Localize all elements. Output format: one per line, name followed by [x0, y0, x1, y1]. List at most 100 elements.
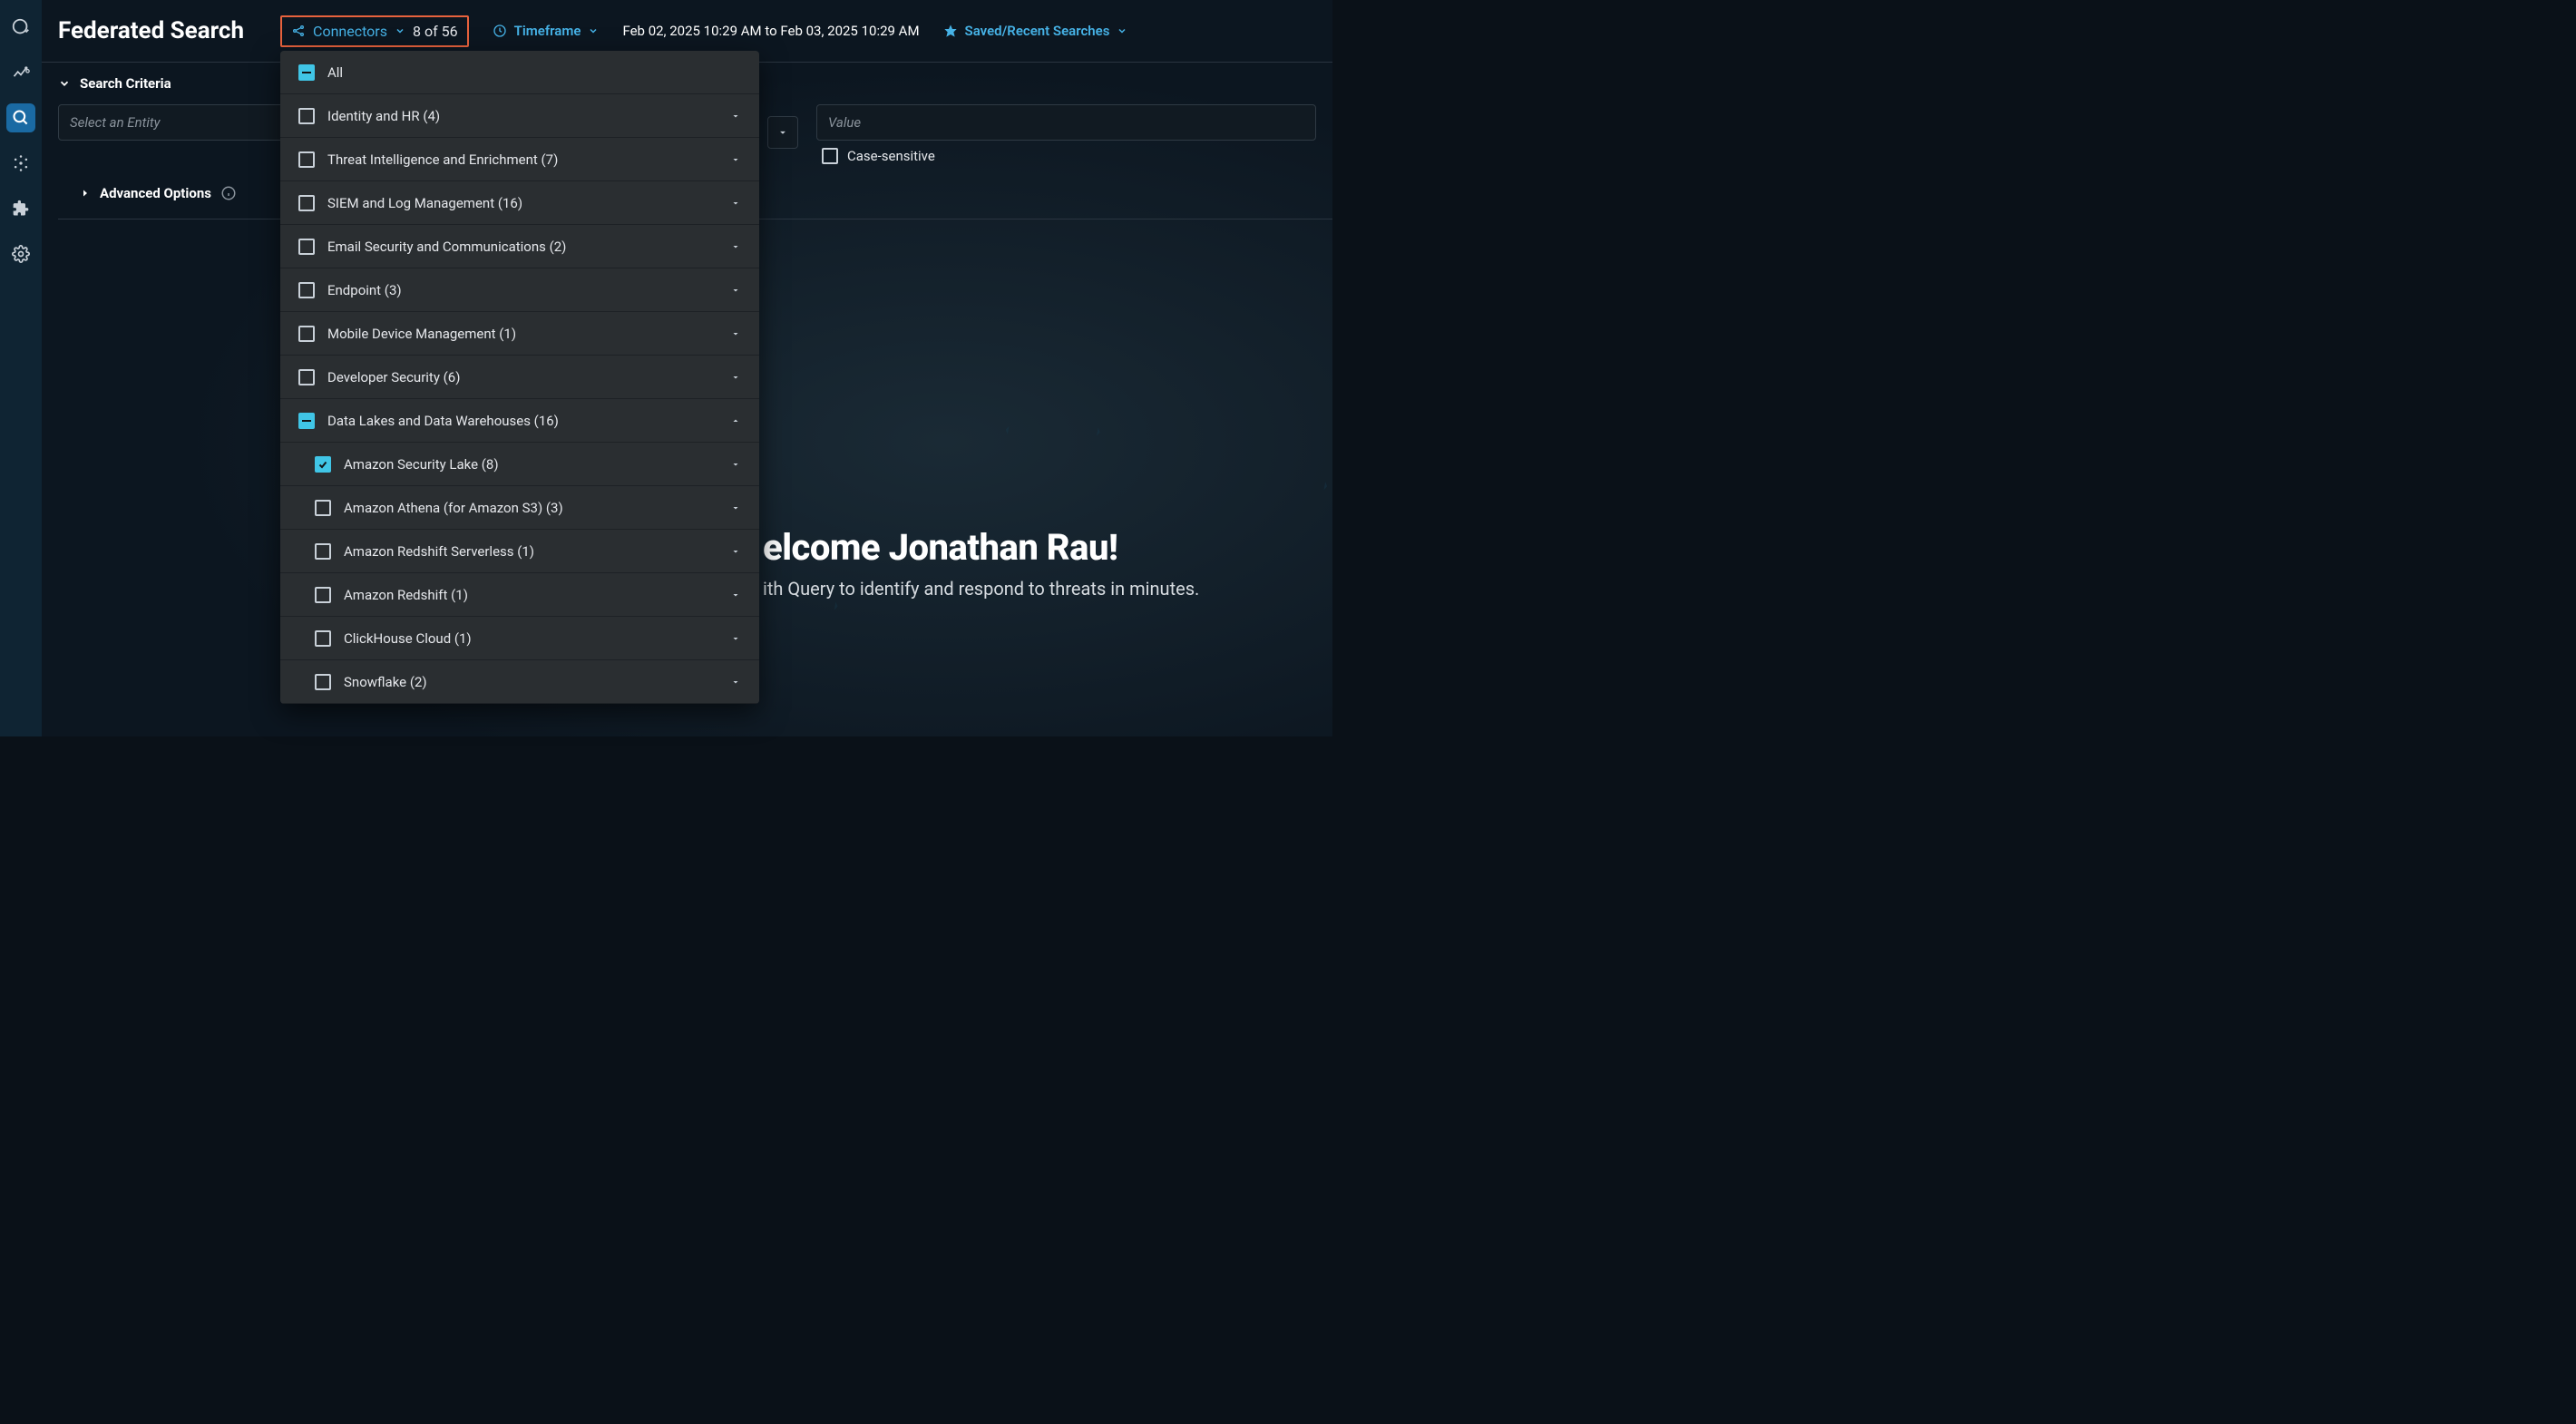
- chevron-up-icon: [730, 415, 741, 426]
- connectors-dropdown-trigger[interactable]: Connectors 8 of 56: [280, 15, 469, 47]
- main: Federated Search Connectors 8 of 56 Time…: [42, 0, 1332, 736]
- checkbox-checked-icon: [315, 456, 331, 473]
- dd-group-label: Identity and HR (4): [327, 108, 440, 124]
- chevron-down-icon: [588, 25, 599, 36]
- value-placeholder: Value: [828, 114, 861, 131]
- dd-group[interactable]: Email Security and Communications (2): [280, 225, 759, 268]
- dd-group-label: Developer Security (6): [327, 369, 460, 385]
- dd-child-label: Amazon Redshift Serverless (1): [344, 543, 534, 560]
- operator-select-chevron[interactable]: [767, 116, 798, 149]
- connectors-count: 8 of 56: [413, 23, 458, 40]
- timeframe-label: Timeframe: [514, 23, 581, 39]
- dd-child[interactable]: Amazon Security Lake (8): [280, 443, 759, 486]
- checkbox-icon: [298, 151, 315, 168]
- criteria-header-label: Search Criteria: [80, 75, 171, 92]
- dd-group[interactable]: Mobile Device Management (1): [280, 312, 759, 356]
- value-input[interactable]: Value: [816, 104, 1316, 141]
- dd-all-label: All: [327, 64, 343, 81]
- case-sensitive-label: Case-sensitive: [847, 148, 935, 164]
- nodes-icon[interactable]: [6, 149, 35, 178]
- dd-group-label: Email Security and Communications (2): [327, 239, 566, 255]
- dd-group-label: SIEM and Log Management (16): [327, 195, 522, 211]
- dd-child[interactable]: Amazon Redshift (1): [280, 573, 759, 617]
- page-title: Federated Search: [58, 17, 244, 44]
- dd-group-label: Threat Intelligence and Enrichment (7): [327, 151, 558, 168]
- chevron-down-icon: [730, 154, 741, 165]
- dd-group[interactable]: Endpoint (3): [280, 268, 759, 312]
- dd-group[interactable]: SIEM and Log Management (16): [280, 181, 759, 225]
- chevron-down-icon: [1117, 25, 1127, 36]
- checkbox-icon: [298, 195, 315, 211]
- dd-all[interactable]: All: [280, 51, 759, 94]
- dd-child-label: Amazon Athena (for Amazon S3) (3): [344, 500, 563, 516]
- dd-group-label: Endpoint (3): [327, 282, 402, 298]
- toolbar: Connectors 8 of 56 Timeframe Feb 02, 202…: [280, 15, 1127, 47]
- chevron-down-icon: [730, 633, 741, 644]
- checkbox-icon: [298, 239, 315, 255]
- chevron-right-icon: [80, 188, 91, 199]
- dd-group-expanded[interactable]: Data Lakes and Data Warehouses (16): [280, 399, 759, 443]
- dd-child-label: Amazon Security Lake (8): [344, 456, 499, 473]
- checkbox-partial-icon: [298, 64, 315, 81]
- welcome-sub: ith Query to identify and respond to thr…: [763, 578, 1199, 600]
- chevron-down-icon: [730, 590, 741, 600]
- clock-icon: [493, 24, 507, 38]
- checkbox-partial-icon: [298, 413, 315, 429]
- advanced-label: Advanced Options: [100, 185, 211, 201]
- chevron-down-icon: [730, 502, 741, 513]
- dd-child[interactable]: ClickHouse Cloud (1): [280, 617, 759, 660]
- info-icon: [220, 185, 237, 201]
- dd-group[interactable]: Identity and HR (4): [280, 94, 759, 138]
- dd-group-label: Data Lakes and Data Warehouses (16): [327, 413, 559, 429]
- case-sensitive-checkbox[interactable]: Case-sensitive: [822, 148, 1332, 164]
- dd-child-label: ClickHouse Cloud (1): [344, 630, 472, 647]
- logo-icon[interactable]: [6, 13, 35, 42]
- checkbox-icon: [298, 282, 315, 298]
- analytics-icon[interactable]: [6, 58, 35, 87]
- chevron-down-icon: [730, 677, 741, 688]
- chevron-down-icon: [58, 77, 71, 90]
- chevron-down-icon: [730, 241, 741, 252]
- chevron-down-icon: [730, 285, 741, 296]
- dd-group-label: Mobile Device Management (1): [327, 326, 516, 342]
- welcome-title: elcome Jonathan Rau!: [763, 526, 1199, 569]
- timeframe-value: Feb 02, 2025 10:29 AM to Feb 03, 2025 10…: [622, 23, 919, 39]
- puzzle-icon[interactable]: [6, 194, 35, 223]
- dd-child[interactable]: Snowflake (2): [280, 660, 759, 704]
- sidebar: [0, 0, 42, 736]
- star-icon: [943, 24, 958, 38]
- welcome-panel: elcome Jonathan Rau! ith Query to identi…: [763, 526, 1199, 600]
- checkbox-icon: [315, 630, 331, 647]
- chevron-down-icon: [395, 25, 405, 36]
- gear-icon[interactable]: [6, 239, 35, 268]
- dd-child-label: Snowflake (2): [344, 674, 427, 690]
- chevron-down-icon: [730, 198, 741, 209]
- chevron-down-icon: [730, 459, 741, 470]
- search-nav-icon[interactable]: [6, 103, 35, 132]
- share-icon: [291, 24, 306, 38]
- dropdown-scroll[interactable]: All Identity and HR (4) Threat Intellige…: [280, 51, 759, 704]
- timeframe-dropdown-trigger[interactable]: Timeframe: [493, 23, 600, 39]
- checkbox-icon: [822, 148, 838, 164]
- checkbox-icon: [298, 369, 315, 385]
- chevron-down-icon: [730, 328, 741, 339]
- saved-label: Saved/Recent Searches: [965, 23, 1110, 39]
- chevron-down-icon: [730, 372, 741, 383]
- dd-child[interactable]: Amazon Athena (for Amazon S3) (3): [280, 486, 759, 530]
- dd-group[interactable]: Developer Security (6): [280, 356, 759, 399]
- saved-searches-trigger[interactable]: Saved/Recent Searches: [943, 23, 1128, 39]
- checkbox-icon: [315, 674, 331, 690]
- checkbox-icon: [315, 543, 331, 560]
- dd-child-label: Amazon Redshift (1): [344, 587, 468, 603]
- dd-group[interactable]: Threat Intelligence and Enrichment (7): [280, 138, 759, 181]
- checkbox-icon: [298, 326, 315, 342]
- checkbox-icon: [298, 108, 315, 124]
- connectors-label: Connectors: [313, 23, 387, 40]
- chevron-down-icon: [730, 546, 741, 557]
- checkbox-icon: [315, 500, 331, 516]
- checkbox-icon: [315, 587, 331, 603]
- dd-child[interactable]: Amazon Redshift Serverless (1): [280, 530, 759, 573]
- entity-placeholder: Select an Entity: [70, 114, 161, 131]
- chevron-down-icon: [730, 111, 741, 122]
- connectors-dropdown: All Identity and HR (4) Threat Intellige…: [280, 51, 759, 704]
